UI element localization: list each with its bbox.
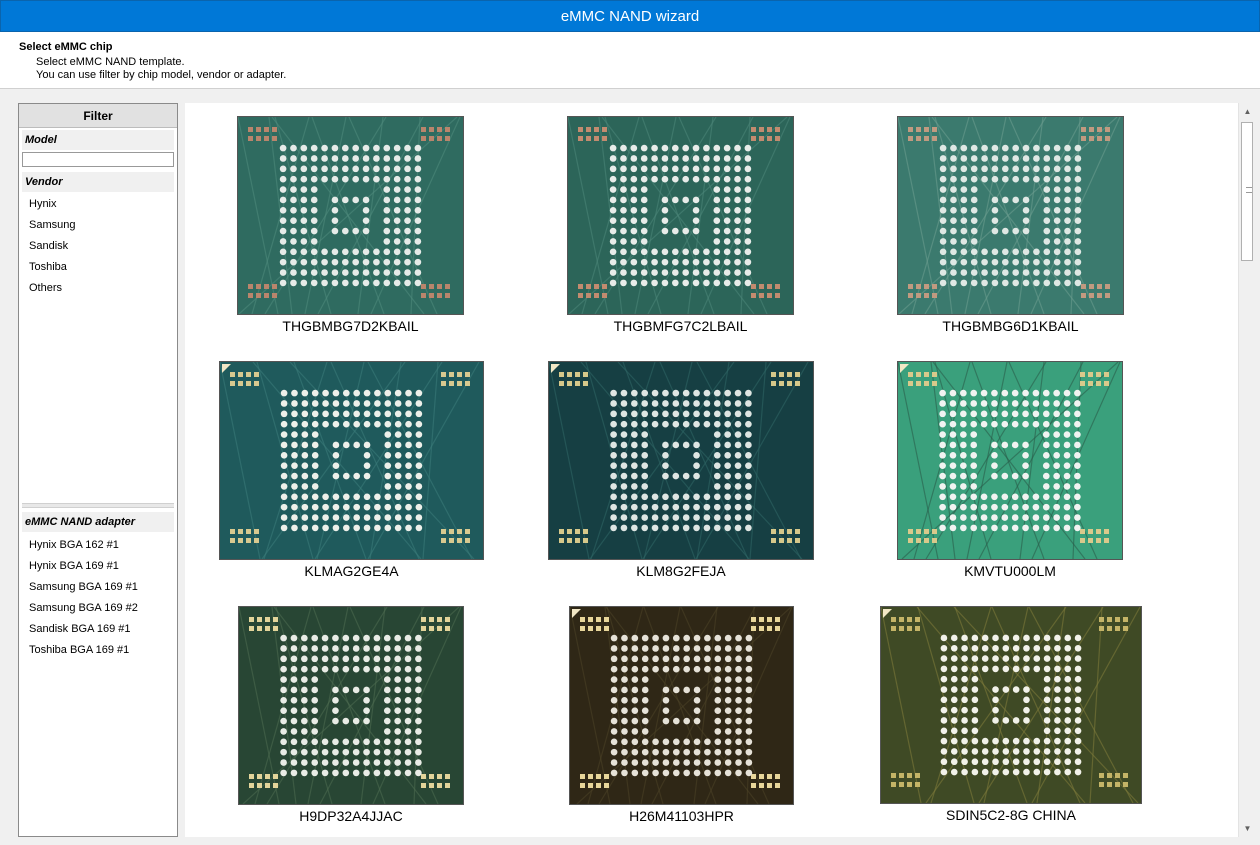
- chip-image: [880, 606, 1142, 804]
- filter-header: Filter: [19, 104, 177, 128]
- chip-card[interactable]: H9DP32A4JJAC: [238, 606, 464, 824]
- wizard-header: Select eMMC chip Select eMMC NAND templa…: [0, 32, 1260, 89]
- chip-image: [238, 606, 464, 805]
- vendor-item-sandisk[interactable]: Sandisk: [29, 236, 75, 257]
- pin1-marker: [572, 609, 581, 618]
- chip-card[interactable]: THGBMBG7D2KBAIL: [237, 116, 464, 334]
- grip-icon: [1246, 187, 1252, 193]
- chip-image: [567, 116, 794, 315]
- chip-name: THGBMBG7D2KBAIL: [282, 318, 419, 334]
- pin1-marker: [551, 364, 560, 373]
- chip-card[interactable]: KLMAG2GE4A: [219, 361, 484, 579]
- header-description-2: You can use filter by chip model, vendor…: [36, 69, 287, 81]
- window-title: eMMC NAND wizard: [560, 7, 700, 25]
- chip-card[interactable]: KLM8G2FEJA: [548, 361, 814, 579]
- vendor-list: Hynix Samsung Sandisk Toshiba Others: [29, 194, 75, 299]
- adapter-item[interactable]: Hynix BGA 162 #1: [29, 535, 138, 556]
- chip-card[interactable]: THGBMFG7C2LBAIL: [567, 116, 794, 334]
- chip-image: [237, 116, 464, 315]
- adapter-item[interactable]: Hynix BGA 169 #1: [29, 556, 138, 577]
- chip-name: KLMAG2GE4A: [304, 563, 399, 579]
- window-titlebar: eMMC NAND wizard: [0, 0, 1260, 32]
- model-label: Model: [22, 130, 174, 150]
- vendor-item-toshiba[interactable]: Toshiba: [29, 257, 75, 278]
- chip-image: [569, 606, 794, 805]
- chip-name: H9DP32A4JJAC: [299, 808, 403, 824]
- chip-card[interactable]: SDIN5C2-8G CHINA: [880, 606, 1142, 823]
- pin1-marker: [900, 364, 909, 373]
- chip-name: THGBMBG6D1KBAIL: [942, 318, 1079, 334]
- chip-image: [897, 361, 1123, 560]
- header-description-1: Select eMMC NAND template.: [36, 56, 185, 68]
- chip-name: THGBMFG7C2LBAIL: [613, 318, 748, 334]
- adapter-item[interactable]: Sandisk BGA 169 #1: [29, 619, 138, 640]
- chip-image: [219, 361, 484, 560]
- vendor-item-others[interactable]: Others: [29, 278, 75, 299]
- vendor-label: Vendor: [22, 172, 174, 192]
- adapter-item[interactable]: Toshiba BGA 169 #1: [29, 640, 138, 661]
- adapter-list: Hynix BGA 162 #1 Hynix BGA 169 #1 Samsun…: [29, 535, 138, 661]
- chip-image: [897, 116, 1124, 315]
- chip-name: KLM8G2FEJA: [636, 563, 726, 579]
- chip-card[interactable]: KMVTU000LM: [897, 361, 1123, 579]
- chip-image: [548, 361, 814, 560]
- adapter-label: eMMC NAND adapter: [22, 512, 174, 532]
- vendor-item-hynix[interactable]: Hynix: [29, 194, 75, 215]
- filter-panel: Filter Model Vendor Hynix Samsung Sandis…: [18, 103, 178, 837]
- scrollbar-thumb[interactable]: [1241, 122, 1253, 261]
- panel-splitter[interactable]: [22, 503, 174, 508]
- chip-name: SDIN5C2-8G CHINA: [946, 807, 1076, 823]
- pin1-marker: [883, 609, 892, 618]
- pin1-marker: [222, 364, 231, 373]
- scroll-down-icon[interactable]: ▼: [1239, 820, 1255, 837]
- adapter-item[interactable]: Samsung BGA 169 #2: [29, 598, 138, 619]
- gallery-scrollbar[interactable]: ▲ ▼: [1238, 103, 1255, 837]
- chip-card[interactable]: THGBMBG6D1KBAIL: [897, 116, 1124, 334]
- vendor-item-samsung[interactable]: Samsung: [29, 215, 75, 236]
- chip-name: H26M41103HPR: [629, 808, 734, 824]
- header-title: Select eMMC chip: [19, 41, 113, 53]
- scroll-up-icon[interactable]: ▲: [1239, 103, 1255, 120]
- model-filter-input[interactable]: [22, 152, 174, 167]
- adapter-item[interactable]: Samsung BGA 169 #1: [29, 577, 138, 598]
- chip-card[interactable]: H26M41103HPR: [569, 606, 794, 824]
- chip-gallery: THGBMBG7D2KBAIL THGBMFG7C2LBAIL THGBMBG6…: [185, 103, 1255, 837]
- chip-name: KMVTU000LM: [964, 563, 1056, 579]
